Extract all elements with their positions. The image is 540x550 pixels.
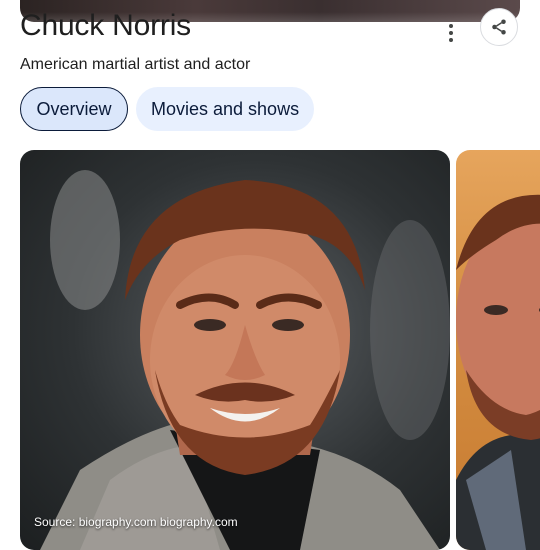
tab-overview[interactable]: Overview xyxy=(20,87,128,131)
portrait-illustration xyxy=(40,170,450,550)
share-button[interactable] xyxy=(480,8,518,46)
secondary-photo[interactable] xyxy=(456,150,540,550)
main-photo[interactable] xyxy=(20,150,450,550)
tab-movies-and-shows[interactable]: Movies and shows xyxy=(136,87,314,131)
share-icon xyxy=(492,19,506,35)
photo-source-caption: Source: biography.com biography.com xyxy=(34,515,238,529)
secondary-portrait-illustration xyxy=(456,194,540,550)
more-vert-icon xyxy=(449,24,453,42)
entity-subtitle: American martial artist and actor xyxy=(20,56,251,73)
more-options-button[interactable] xyxy=(438,18,464,48)
